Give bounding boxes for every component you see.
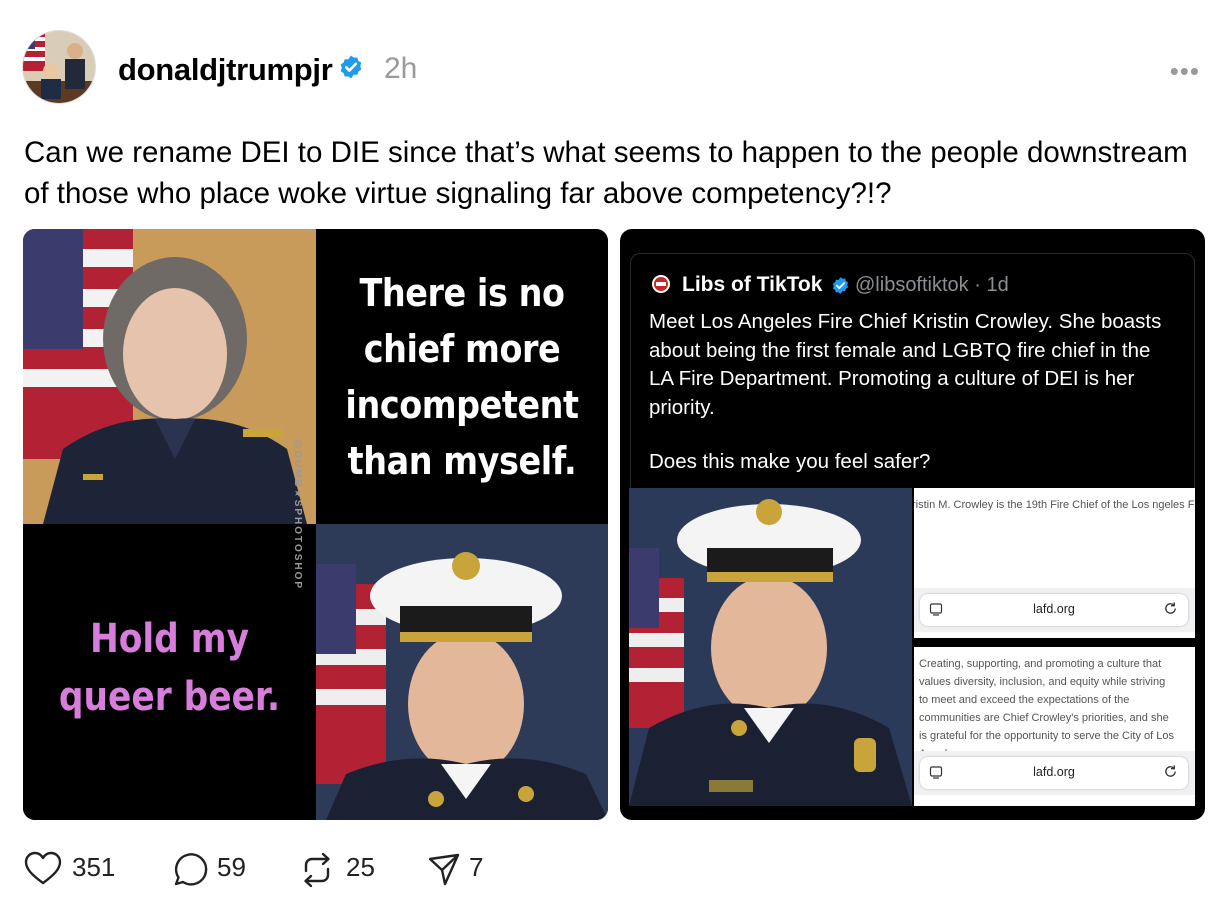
meme-bottom-text: Hold my queer beer. (58, 616, 281, 720)
tweet-handle: @libsoftiktok · 1d (855, 274, 1009, 296)
post-header: donaldjtrumpjr 2h ••• (22, 30, 1204, 104)
lafd-screenshot-2: Creating, supporting, and promoting a cu… (914, 647, 1195, 806)
meme-image[interactable]: There is no chief more incompetent than … (23, 229, 608, 820)
meme-bottom-left-panel: Hold my queer beer. (23, 524, 316, 820)
post-time[interactable]: 2h (384, 52, 417, 86)
more-horizontal-icon[interactable]: ••• (1170, 56, 1200, 87)
tweet-body: Meet Los Angeles Fire Chief Kristin Crow… (649, 310, 1162, 419)
reply-bubble-icon (174, 853, 208, 886)
tweet-question: Does this make you feel safer? (649, 450, 931, 473)
tweet-screenshot-image[interactable]: Libs of TikTok @libsoftiktok · 1d Meet L… (620, 229, 1205, 820)
share-button[interactable]: 7 (427, 847, 507, 891)
url-text: lafd.org (1033, 765, 1075, 779)
mayor-photo (23, 229, 316, 524)
tweet-author-name: Libs of TikTok (682, 273, 823, 296)
meme-top-right-panel: There is no chief more incompetent than … (316, 229, 608, 524)
screenshot-text-2: Creating, supporting, and promoting a cu… (919, 658, 1174, 760)
reload-icon (1165, 765, 1176, 777)
reply-count: 59 (217, 852, 246, 882)
meme-top-text: There is no chief more incompetent than … (345, 271, 579, 483)
reply-button[interactable]: 59 (170, 847, 260, 891)
repost-count: 25 (346, 852, 375, 882)
url-bar: lafd.org (920, 594, 1188, 626)
post-text: Can we rename DEI to DIE since that’s wh… (24, 136, 1188, 210)
lafd-screenshot-1: ristin M. Crowley is the 19th Fire Chief… (914, 488, 1195, 638)
watermark-text: @DUMB★SPHOTOSHOP (292, 439, 303, 591)
reload-icon (1165, 602, 1176, 614)
url-text: lafd.org (1033, 602, 1075, 616)
verified-badge-icon (832, 277, 849, 294)
fire-chief-photo (629, 488, 912, 806)
like-count: 351 (72, 852, 116, 882)
send-icon (428, 853, 460, 886)
repost-icon (304, 852, 330, 888)
username[interactable]: donaldjtrumpjr (118, 52, 333, 88)
repost-button[interactable]: 25 (298, 847, 388, 891)
embedded-tweet: Libs of TikTok @libsoftiktok · 1d Meet L… (630, 253, 1195, 489)
avatar[interactable] (22, 30, 96, 104)
url-bar: lafd.org (920, 757, 1188, 789)
verified-badge-icon (340, 55, 362, 79)
share-count: 7 (469, 852, 484, 882)
post-actions: 351 59 25 7 (24, 847, 624, 891)
fire-chief-photo (316, 524, 608, 820)
libs-of-tiktok-logo-icon (652, 275, 670, 293)
heart-icon (24, 851, 62, 885)
screenshot-text-1: ristin M. Crowley is the 19th Fire Chief… (914, 499, 1195, 511)
like-button[interactable]: 351 (24, 847, 124, 891)
